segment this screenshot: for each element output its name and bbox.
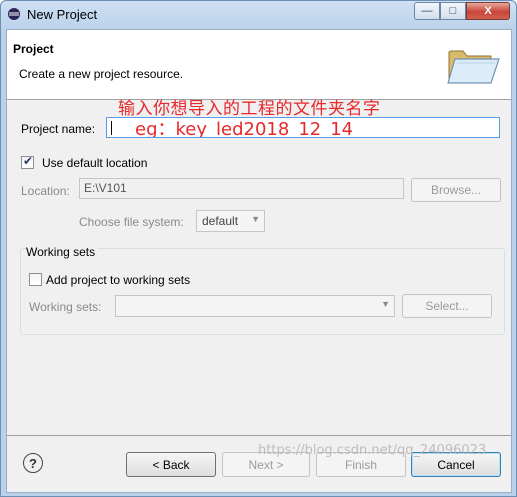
location-value: E:\V101 [84, 181, 127, 195]
location-label: Location: [21, 184, 70, 198]
project-name-label: Project name: [21, 122, 96, 136]
wizard-banner: Project Create a new project resource. [7, 30, 511, 100]
use-default-location-checkbox[interactable]: ✔ [21, 154, 34, 169]
cancel-label: Cancel [437, 457, 475, 472]
help-glyph: ? [29, 455, 37, 471]
maximize-button[interactable]: □ [440, 2, 466, 20]
footer-separator [7, 435, 511, 436]
window-title: New Project [27, 7, 98, 22]
new-project-window: New Project — □ X Project Create a new p… [0, 0, 517, 497]
next-label: Next > [248, 457, 284, 472]
working-sets-group-title: Working sets [26, 245, 99, 259]
banner-description: Create a new project resource. [19, 67, 184, 81]
browse-button[interactable]: Browse... [411, 178, 501, 202]
browse-label: Browse... [430, 183, 481, 197]
use-default-location-label[interactable]: Use default location [42, 156, 147, 170]
close-icon: X [484, 5, 492, 17]
dialog-client-area: Project Create a new project resource. 输… [6, 29, 512, 493]
file-system-label: Choose file system: [79, 215, 184, 229]
add-to-working-sets-label[interactable]: Add project to working sets [46, 273, 190, 287]
working-sets-select[interactable]: ▼ [115, 295, 395, 317]
file-system-select[interactable]: default ▼ [196, 210, 265, 232]
dropdown-arrow-icon: ▼ [251, 214, 260, 224]
example-annotation: eg：key_led2018_12_14 [135, 119, 354, 138]
select-working-sets-button[interactable]: Select... [402, 294, 492, 318]
chinese-hint-annotation: 输入你想导入的工程的文件夹名字 [118, 99, 381, 119]
minimize-button[interactable]: — [414, 2, 440, 20]
open-folder-icon [447, 50, 500, 84]
minimize-icon: — [421, 5, 433, 17]
add-to-working-sets-checkbox[interactable] [29, 273, 42, 286]
banner-title: Project [13, 42, 54, 56]
select-label: Select... [425, 299, 469, 313]
text-caret [111, 121, 112, 135]
project-name-input[interactable]: eg：key_led2018_12_14 [106, 117, 500, 138]
back-button[interactable]: < Back [126, 452, 216, 477]
checkmark-icon: ✔ [23, 154, 34, 168]
working-sets-label: Working sets: [29, 300, 102, 314]
file-system-value: default [202, 214, 239, 228]
eclipse-app-icon [8, 8, 20, 20]
help-icon[interactable]: ? [23, 453, 43, 473]
working-sets-group [20, 248, 505, 335]
watermark-text: https://blog.csdn.net/qq_24096023 [258, 443, 487, 458]
maximize-icon: □ [449, 5, 457, 17]
title-bar[interactable]: New Project — □ X [1, 1, 516, 28]
finish-label: Finish [344, 457, 377, 472]
caption-buttons: — □ X [414, 2, 510, 20]
location-input[interactable]: E:\V101 [79, 178, 404, 199]
back-label: < Back [152, 457, 190, 472]
close-button[interactable]: X [466, 2, 510, 20]
dropdown-arrow-icon: ▼ [381, 299, 390, 309]
